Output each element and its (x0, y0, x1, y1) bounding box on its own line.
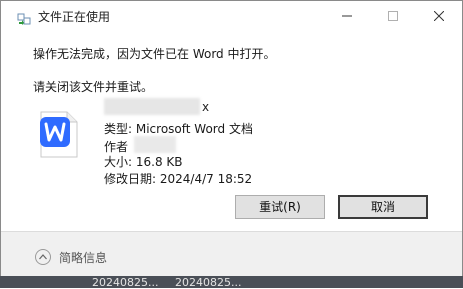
minimize-button[interactable] (324, 1, 370, 31)
file-in-use-dialog: 文件正在使用 操作无法完成，因为文件已在 Word 中打开。 请关闭该文件并重试… (0, 0, 463, 288)
chevron-up-icon (35, 249, 51, 265)
minimize-icon (342, 15, 352, 17)
close-button[interactable] (416, 1, 462, 31)
fewer-details-label: 简略信息 (59, 251, 108, 265)
file-in-use-icon (17, 10, 31, 25)
background-file-label: 20240825... (175, 276, 242, 289)
window-title: 文件正在使用 (38, 10, 111, 24)
background-desktop-strip: 20240825... 20240825... (0, 276, 463, 289)
file-size: 大小: 16.8 KB (104, 155, 183, 169)
background-file-label: 20240825... (92, 276, 159, 289)
redacted-author (134, 136, 176, 153)
title-bar[interactable]: 文件正在使用 (1, 1, 462, 31)
maximize-icon (388, 11, 398, 21)
close-icon (434, 11, 444, 21)
file-modified-date: 修改日期: 2024/4/7 18:52 (104, 172, 253, 186)
file-name: x (202, 100, 210, 114)
wps-word-file-icon (39, 111, 79, 163)
maximize-button[interactable] (370, 1, 416, 31)
cancel-button[interactable]: 取消 (338, 195, 428, 219)
dialog-content: 操作无法完成，因为文件已在 Word 中打开。 请关闭该文件并重试。 x 类型:… (1, 31, 462, 231)
instruction-message: 请关闭该文件并重试。 (33, 80, 154, 94)
retry-button[interactable]: 重试(R) (235, 195, 325, 219)
file-type: 类型: Microsoft Word 文档 (104, 122, 253, 136)
error-message: 操作无法完成，因为文件已在 Word 中打开。 (33, 47, 276, 61)
